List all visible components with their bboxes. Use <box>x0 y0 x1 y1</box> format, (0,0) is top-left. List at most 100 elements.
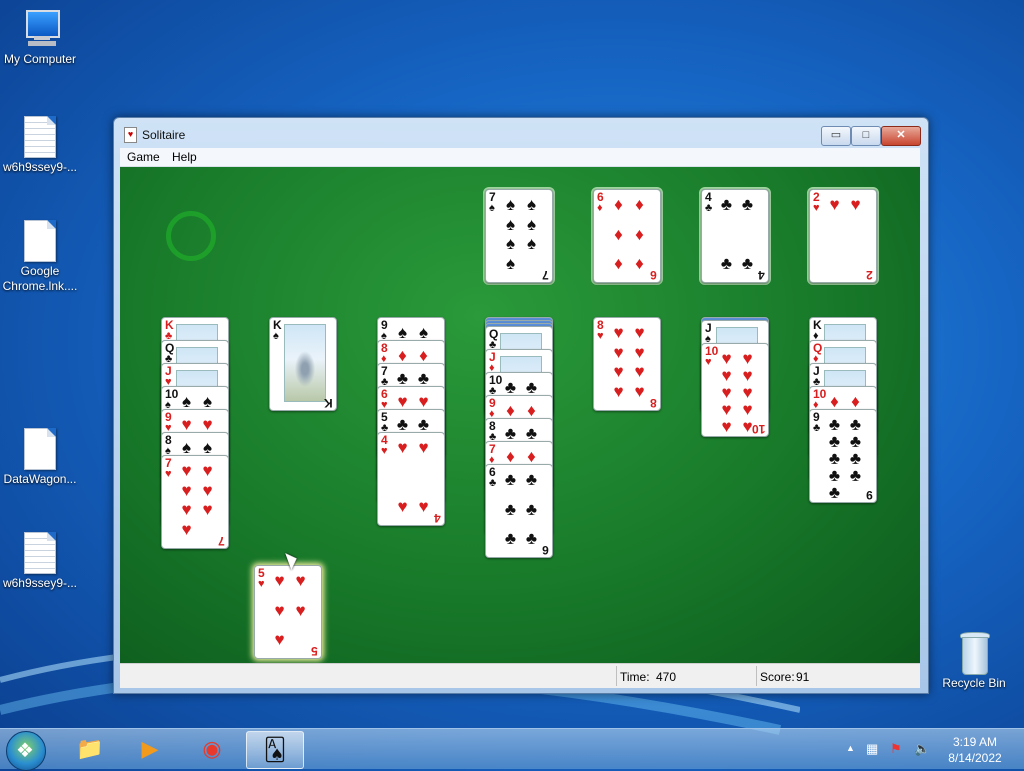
card-rank-bottom: 8 <box>650 396 657 410</box>
taskbar-media-player-button[interactable]: ▶ <box>122 731 178 767</box>
title-bar[interactable]: ♥ Solitaire ▭ □ ✕ <box>114 118 928 146</box>
menu-help[interactable]: Help <box>172 150 197 164</box>
show-hidden-icons-button[interactable]: ▲ <box>846 743 855 753</box>
pip-icon: ♥ <box>397 392 408 411</box>
card-suit-icon: ♥ <box>165 468 172 480</box>
pip-icon: ♠ <box>505 214 516 234</box>
tableau-card[interactable]: 10 ♥ ♥ ♥ ♥ ♥ ♥ ♥ ♥ ♥ ♥ ♥ 10 <box>701 343 769 437</box>
desktop-icon-label: Google Chrome.lnk.... <box>2 264 78 293</box>
pip-icon: ♣ <box>828 449 841 468</box>
clock-time: 3:19 AM <box>952 735 998 749</box>
card-pips: ♣ ♣ ♣ ♣ <box>716 196 758 272</box>
taskbar-explorer-button[interactable]: 📁 <box>62 731 118 767</box>
network-icon[interactable]: ▦ <box>866 741 878 757</box>
card-rank-bottom: 10 <box>751 422 765 436</box>
pip-icon: ♥ <box>613 362 624 382</box>
close-button[interactable]: ✕ <box>881 126 921 146</box>
pip-icon: ♣ <box>525 424 538 443</box>
pip-icon: ♦ <box>635 195 644 214</box>
pip-icon: ♦ <box>635 224 644 244</box>
time-label: Time: <box>620 670 650 684</box>
card-pips: ♣ ♣ ♣ ♣ ♣ ♣ <box>500 471 542 547</box>
taskbar-chrome-button[interactable]: ◉ <box>184 731 240 767</box>
pip-icon: ♠ <box>526 195 537 214</box>
game-board[interactable]: 7♠♠♠♠♠♠♠♠76♦♦♦♦♦♦♦64♣♣♣♣♣42♥♥♥2K♣KQ♣QJ♥J… <box>120 167 920 663</box>
minimize-button[interactable]: ▭ <box>821 126 851 146</box>
maximize-button[interactable]: □ <box>851 126 881 146</box>
pip-icon: ♠ <box>526 234 537 254</box>
card-rank-bottom: 6 <box>542 543 549 557</box>
action-center-icon[interactable]: ⚑ <box>890 741 902 757</box>
card-pips: ♥ ♥ ♥ ♥ <box>392 439 434 515</box>
tableau-card[interactable]: 6 ♣ ♣ ♣ ♣ ♣ ♣ ♣ 6 <box>485 464 553 558</box>
tableau-card[interactable]: 9 ♣ ♣ ♣ ♣ ♣ ♣ ♣ ♣ ♣ ♣ 9 <box>809 409 877 503</box>
pip-icon: ♦ <box>527 401 536 420</box>
score-label: Score: <box>760 670 795 684</box>
pip-icon: ♥ <box>634 362 645 382</box>
desktop-icon-file-1[interactable]: w6h9ssey9-... <box>0 116 80 175</box>
pip-icon: ♥ <box>742 383 753 402</box>
tableau-card[interactable]: K ♠ K <box>269 317 337 411</box>
card-rank-bottom: 5 <box>311 644 318 658</box>
pip-icon: ♥ <box>274 630 285 649</box>
pip-icon: ♥ <box>829 195 840 214</box>
desktop-icon-file-2[interactable]: w6h9ssey9-... <box>0 532 80 591</box>
pip-icon: ♥ <box>202 415 213 434</box>
pip-icon: ♣ <box>396 415 409 434</box>
chrome-icon: ◉ <box>202 736 222 761</box>
tableau-card[interactable]: 8 ♥ ♥ ♥ ♥ ♥ ♥ ♥ ♥ ♥ 8 <box>593 317 661 411</box>
desktop-icon-label: DataWagon... <box>3 472 77 486</box>
taskbar-solitaire-button[interactable]: 🂡 <box>246 731 304 769</box>
foundation-card[interactable]: 7 ♠ ♠ ♠ ♠ ♠ ♠ ♠ ♠ 7 <box>485 189 553 283</box>
dragged-card[interactable]: 5 ♥ ♥ ♥ ♥ ♥ ♥ 5 <box>254 565 322 659</box>
tableau-card[interactable]: 7 ♥ ♥ ♥ ♥ ♥ ♥ ♥ ♥ 7 <box>161 455 229 549</box>
card-rank-bottom: 6 <box>650 268 657 282</box>
media-player-icon: ▶ <box>141 736 159 761</box>
volume-icon[interactable]: 🔈 <box>914 741 930 757</box>
foundation-card[interactable]: 6 ♦ ♦ ♦ ♦ ♦ ♦ ♦ 6 <box>593 189 661 283</box>
foundation-card[interactable]: 4 ♣ ♣ ♣ ♣ ♣ 4 <box>701 189 769 283</box>
menu-game[interactable]: Game <box>127 150 160 164</box>
card-suit-icon: ♥ <box>597 330 604 342</box>
pip-icon: ♥ <box>742 400 753 419</box>
text-file-icon <box>24 532 56 574</box>
pip-icon: ♥ <box>634 381 645 401</box>
desktop-icon-recycle-bin[interactable]: Recycle Bin <box>934 632 1014 691</box>
stock-empty-ring[interactable] <box>166 211 216 261</box>
desktop-icon-chrome-shortcut[interactable]: Google Chrome.lnk.... <box>0 220 80 294</box>
pip-icon: ♣ <box>396 369 409 388</box>
pip-icon: ♥ <box>742 366 753 385</box>
pip-icon: ♥ <box>721 349 732 368</box>
card-pips: ♥ ♥ ♥ ♥ ♥ <box>269 572 311 648</box>
desktop-icon-my-computer[interactable]: My Computer <box>0 8 80 67</box>
menu-bar: Game Help <box>120 148 920 167</box>
pip-icon: ♥ <box>850 195 861 214</box>
pip-icon: ♠ <box>181 392 192 411</box>
pip-icon: ♣ <box>417 369 430 388</box>
file-icon <box>24 428 56 470</box>
card-rank-bottom: 9 <box>866 488 873 502</box>
card-rank-bottom: K <box>324 396 333 410</box>
status-divider <box>616 666 617 686</box>
pip-icon: ♥ <box>202 480 213 500</box>
desktop-icon-label: w6h9ssey9-... <box>2 576 78 590</box>
computer-icon <box>20 8 60 50</box>
solitaire-icon: 🂡 <box>263 737 287 762</box>
pip-icon: ♠ <box>418 323 429 342</box>
card-suit-icon: ♣ <box>705 202 713 214</box>
pip-icon: ♥ <box>274 600 285 620</box>
start-button[interactable] <box>6 731 46 771</box>
pip-icon: ♣ <box>849 466 862 485</box>
pip-icon: ♣ <box>504 499 517 519</box>
time-value: 470 <box>656 670 677 684</box>
pip-icon: ♥ <box>181 415 192 434</box>
tableau-card[interactable]: 4 ♥ ♥ ♥ ♥ ♥ 4 <box>377 432 445 526</box>
card-suit-icon: ♣ <box>813 422 821 434</box>
clock[interactable]: 3:19 AM 8/14/2022 <box>936 734 1014 766</box>
pip-icon: ♥ <box>721 400 732 419</box>
pip-icon: ♦ <box>635 254 644 273</box>
foundation-card[interactable]: 2 ♥ ♥ ♥ 2 <box>809 189 877 283</box>
pip-icon: ♣ <box>720 254 733 273</box>
solitaire-app-icon: ♥ <box>124 127 137 143</box>
desktop-icon-datawagon[interactable]: DataWagon... <box>0 428 80 487</box>
